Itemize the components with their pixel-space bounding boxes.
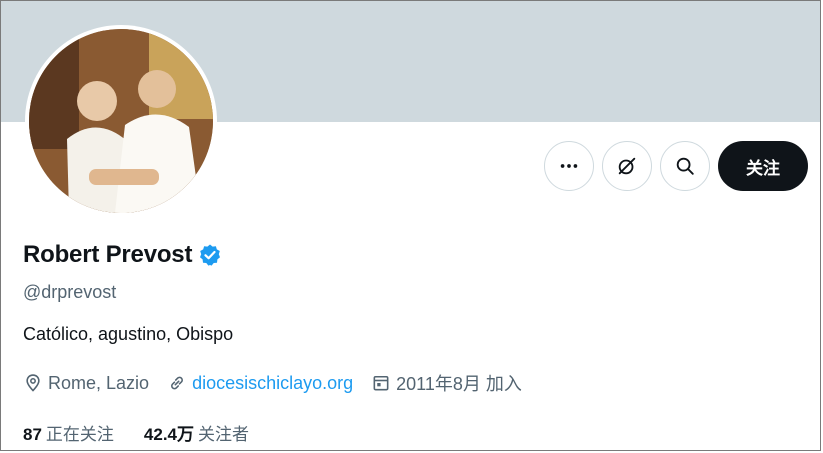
followers-label: 关注者 — [198, 425, 250, 444]
following-label: 正在关注 — [45, 425, 114, 444]
grok-button[interactable] — [602, 141, 652, 191]
user-handle: @drprevost — [23, 282, 117, 302]
calendar-icon — [373, 375, 389, 391]
grok-icon — [618, 157, 636, 175]
profile-header: 关注 Robert Prevost @drprevost Católico, a… — [0, 0, 821, 451]
avatar-photo — [29, 29, 213, 213]
search-button[interactable] — [660, 141, 710, 191]
joined-item: 2011年8月 加入 — [371, 370, 522, 396]
location-text: Rome, Lazio — [48, 372, 150, 393]
avatar-photo-illustration — [29, 29, 213, 213]
display-name: Robert Prevost — [23, 241, 193, 268]
search-icon — [676, 157, 694, 175]
more-button[interactable] — [544, 141, 594, 191]
website-item[interactable]: diocesischiclayo.org — [167, 373, 353, 394]
follow-button[interactable]: 关注 — [718, 141, 808, 191]
profile-actions: 关注 — [544, 141, 808, 191]
location-icon — [26, 374, 40, 392]
name-row: Robert Prevost — [23, 241, 222, 269]
follow-stats: 87 正在关注 42.4万 关注者 — [23, 420, 279, 445]
profile-bio: Católico, agustino, Obispo — [23, 324, 234, 344]
profile-meta: Rome, Lazio diocesischiclayo.org 2011年8月… — [23, 370, 540, 396]
location-item: Rome, Lazio — [23, 373, 149, 394]
joined-text: 2011年8月 加入 — [396, 374, 522, 394]
following-count: 87 — [23, 425, 42, 444]
more-icon — [560, 164, 578, 168]
followers-count: 42.4万 — [143, 425, 195, 444]
followers-stat[interactable]: 42.4万 关注者 — [144, 420, 249, 445]
website-link[interactable]: diocesischiclayo.org — [192, 373, 353, 394]
link-icon — [171, 376, 183, 390]
verified-badge-icon[interactable] — [198, 243, 222, 267]
profile-avatar[interactable] — [25, 25, 217, 217]
following-stat[interactable]: 87 正在关注 — [23, 420, 114, 445]
